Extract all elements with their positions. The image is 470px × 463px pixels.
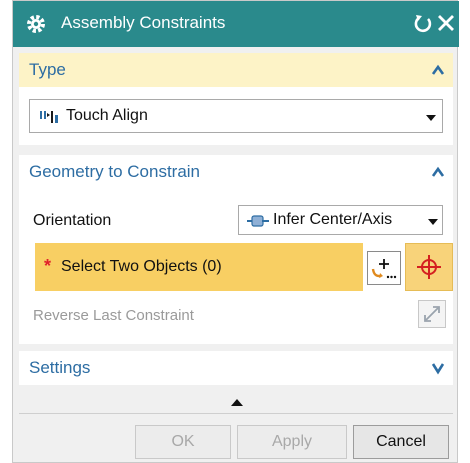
crosshair-icon: [417, 255, 441, 279]
chevron-up-icon[interactable]: [431, 63, 445, 77]
dialog-title: Assembly Constraints: [61, 13, 226, 32]
type-dropdown[interactable]: Touch Align: [29, 99, 443, 133]
chevron-up-icon[interactable]: [431, 165, 445, 179]
type-section-header[interactable]: Type: [19, 53, 453, 87]
ok-button[interactable]: OK: [135, 425, 231, 459]
settings-section-header[interactable]: Settings: [19, 351, 453, 385]
reverse-last-constraint-button[interactable]: [418, 300, 446, 328]
settings-section-label: Settings: [29, 358, 91, 377]
cancel-button[interactable]: Cancel: [353, 425, 449, 459]
footer-divider: [19, 413, 453, 414]
dropdown-arrow-icon: [426, 115, 436, 121]
infer-center-axis-icon: [247, 215, 269, 227]
required-star: *: [44, 256, 52, 276]
type-dropdown-value: Touch Align: [66, 107, 148, 124]
select-objects-prompt: Select Two Objects (0): [61, 258, 222, 275]
type-section-label: Type: [29, 60, 66, 79]
geometry-section: Geometry to Constrain Orientation Infer …: [19, 155, 453, 344]
reverse-last-constraint-label: Reverse Last Constraint: [33, 307, 194, 324]
add-selection-icon: [371, 259, 397, 279]
orientation-value: Infer Center/Axis: [273, 211, 393, 228]
geometry-section-label: Geometry to Constrain: [29, 162, 201, 181]
orientation-label: Orientation: [33, 212, 112, 229]
title-bar: Assembly Constraints: [13, 1, 459, 47]
select-object-button[interactable]: [405, 243, 453, 291]
assembly-constraints-dialog: Assembly Constraints Type Touch Align Ge…: [12, 0, 459, 463]
add-selection-button[interactable]: [367, 251, 401, 285]
settings-section: Settings: [19, 351, 453, 385]
type-section: Type Touch Align: [19, 53, 453, 145]
more-options-arrow-icon[interactable]: [231, 399, 243, 406]
gear-icon: [27, 15, 45, 33]
select-objects-row[interactable]: * Select Two Objects (0): [35, 243, 363, 291]
orientation-dropdown[interactable]: Infer Center/Axis: [238, 205, 443, 235]
touch-align-icon: [40, 111, 58, 123]
apply-button[interactable]: Apply: [237, 425, 347, 459]
close-icon[interactable]: [435, 11, 457, 35]
dropdown-arrow-icon: [428, 219, 438, 225]
chevron-down-icon[interactable]: [431, 361, 445, 375]
geometry-section-header[interactable]: Geometry to Constrain: [19, 155, 453, 189]
reverse-arrows-icon: [424, 306, 440, 322]
reset-icon[interactable]: [413, 12, 433, 34]
